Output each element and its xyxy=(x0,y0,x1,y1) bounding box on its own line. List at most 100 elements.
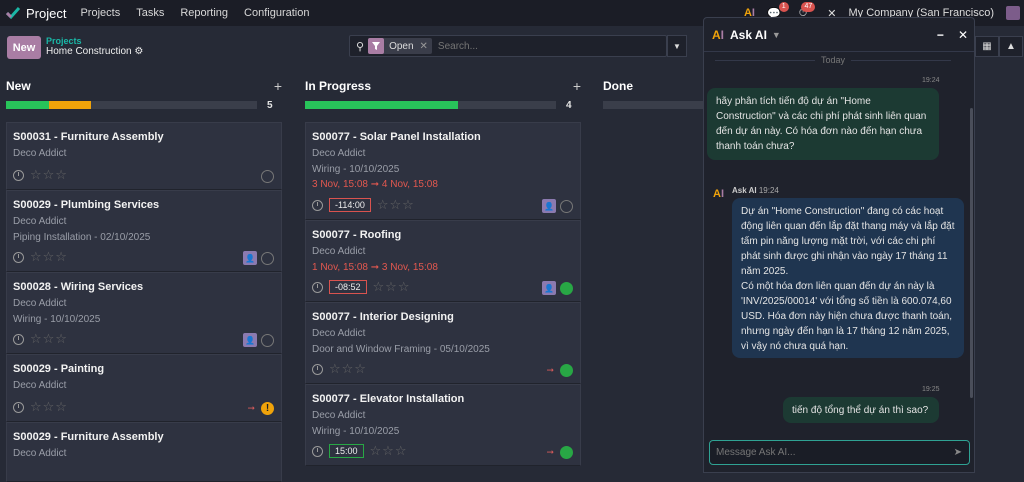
status-warning[interactable]: ! xyxy=(261,402,274,415)
filter-facet: Open ✕ xyxy=(368,38,432,54)
priority-stars[interactable]: ☆☆☆ xyxy=(377,197,415,213)
card-customer: Deco Addict xyxy=(13,148,67,159)
task-card[interactable]: S00028 - Wiring Services Deco Addict Wir… xyxy=(6,272,282,354)
clock-icon[interactable] xyxy=(13,169,24,181)
activity-badge: 47 xyxy=(801,1,816,12)
column-progress-bar[interactable] xyxy=(603,101,703,109)
quick-create-icon[interactable]: + xyxy=(274,78,282,94)
clock-icon[interactable] xyxy=(312,363,323,375)
task-card[interactable]: S00031 - Furniture Assembly Deco Addict … xyxy=(6,122,282,190)
priority-stars[interactable]: ☆☆☆ xyxy=(30,167,68,183)
menu-reporting[interactable]: Reporting xyxy=(180,7,228,19)
priority-stars[interactable]: ☆☆☆ xyxy=(30,249,68,265)
priority-stars[interactable]: ☆☆☆ xyxy=(373,279,411,295)
day-label: Today xyxy=(820,55,846,65)
date-to: 4 Nov, 15:08 xyxy=(381,179,438,190)
column-progress-bar[interactable] xyxy=(305,101,556,109)
user-avatar[interactable] xyxy=(1006,6,1020,20)
card-title: S00028 - Wiring Services xyxy=(13,281,144,293)
task-card[interactable]: S00077 - Elevator Installation Deco Addi… xyxy=(305,384,581,466)
card-title: S00077 - Elevator Installation xyxy=(312,393,465,405)
breadcrumb-parent[interactable]: Projects xyxy=(46,36,82,46)
assignee-avatar[interactable]: 👤 xyxy=(243,333,257,347)
arrow-right-icon: ➞ xyxy=(370,262,380,273)
search-input[interactable] xyxy=(437,40,638,52)
task-card[interactable]: S00077 - Interior Designing Deco Addict … xyxy=(305,302,581,384)
task-card[interactable]: S00029 - Furniture Assembly Deco Addict xyxy=(6,422,282,482)
chat-header[interactable]: AI Ask AI ▼ − ✕ xyxy=(704,18,974,52)
status-circle[interactable] xyxy=(261,251,274,265)
arrow-icon: ➞ xyxy=(247,403,255,413)
graph-view-icon[interactable]: ▲ xyxy=(999,36,1023,57)
menu-projects[interactable]: Projects xyxy=(80,7,120,19)
pivot-view-icon[interactable]: ▦ xyxy=(975,36,999,57)
control-panel: New Projects Home Construction ⚙ ⚲ Open … xyxy=(0,26,704,74)
clock-icon[interactable] xyxy=(312,199,323,211)
menu-configuration[interactable]: Configuration xyxy=(244,7,309,19)
app-brand[interactable]: Project xyxy=(6,6,66,21)
card-title: S00029 - Painting xyxy=(13,363,105,375)
app-name: Project xyxy=(26,5,67,21)
card-customer: Deco Addict xyxy=(13,216,67,227)
menu-tasks[interactable]: Tasks xyxy=(136,7,164,19)
search-options-toggle[interactable]: ▼ xyxy=(667,35,687,57)
column-in-progress: In Progress + 4 S00077 - Solar Panel Inst… xyxy=(305,74,581,466)
chat-badge: 1 xyxy=(778,1,789,12)
priority-stars[interactable]: ☆☆☆ xyxy=(30,399,68,415)
status-circle[interactable] xyxy=(560,199,573,213)
new-button[interactable]: New xyxy=(7,36,41,59)
date-from: 1 Nov, 15:08 xyxy=(312,262,368,273)
card-milestone: Wiring - 10/10/2025 xyxy=(312,164,400,175)
card-title: S00077 - Roofing xyxy=(312,229,402,241)
user-message: hãy phân tích tiến độ dự án "Home Constr… xyxy=(707,88,939,160)
column-count: 5 xyxy=(267,99,273,111)
clock-icon[interactable] xyxy=(312,445,323,457)
ai-author: Ask AI 19:24 xyxy=(732,186,779,195)
priority-stars[interactable]: ☆☆☆ xyxy=(329,361,367,377)
chevron-down-icon[interactable]: ▼ xyxy=(772,30,781,40)
send-icon[interactable]: ➤ xyxy=(954,447,962,458)
status-circle-done[interactable] xyxy=(560,446,573,459)
column-title: Done xyxy=(603,79,633,93)
card-dates: 3 Nov, 15:08 ➞ 4 Nov, 15:08 xyxy=(312,179,438,190)
remaining-hours: -08:52 xyxy=(329,280,367,294)
task-card[interactable]: S00029 - Painting Deco Addict ☆☆☆ ➞! xyxy=(6,354,282,422)
message-time: 19:25 xyxy=(922,386,940,393)
card-milestone: Wiring - 10/10/2025 xyxy=(312,426,400,437)
clock-icon[interactable] xyxy=(13,251,24,263)
clock-icon[interactable] xyxy=(312,281,323,293)
right-gutter xyxy=(975,74,1024,473)
clock-icon[interactable] xyxy=(13,333,24,345)
project-app-icon xyxy=(6,7,20,20)
ai-message: Dự án "Home Construction" đang có các ho… xyxy=(732,198,964,358)
clock-icon[interactable] xyxy=(13,401,24,413)
ask-ai-logo-icon: AI xyxy=(712,27,725,42)
message-input[interactable] xyxy=(716,447,954,458)
status-circle[interactable] xyxy=(261,333,274,347)
card-title: S00077 - Interior Designing xyxy=(312,311,454,323)
priority-stars[interactable]: ☆☆☆ xyxy=(30,331,68,347)
chat-scrollbar[interactable] xyxy=(970,108,973,398)
search-icon[interactable]: ⚲ xyxy=(356,40,364,53)
task-card[interactable]: S00077 - Solar Panel Installation Deco A… xyxy=(305,122,581,220)
status-circle-done[interactable] xyxy=(560,281,573,295)
card-milestone: Wiring - 10/10/2025 xyxy=(13,314,101,325)
close-icon[interactable]: ✕ xyxy=(958,28,968,42)
column-progress-bar[interactable] xyxy=(6,101,257,109)
quick-create-icon[interactable]: + xyxy=(573,78,581,94)
minimize-icon[interactable]: − xyxy=(937,28,944,42)
card-milestone: Door and Window Framing - 05/10/2025 xyxy=(312,344,490,355)
assignee-avatar[interactable]: 👤 xyxy=(542,281,556,295)
gear-icon[interactable]: ⚙ xyxy=(134,46,143,57)
message-time: 19:24 xyxy=(922,77,940,84)
status-circle-done[interactable] xyxy=(560,364,573,377)
task-card[interactable]: S00077 - Roofing Deco Addict 1 Nov, 15:0… xyxy=(305,220,581,302)
facet-remove-icon[interactable]: ✕ xyxy=(420,41,428,52)
user-message: tiến độ tổng thể dự án thì sao? xyxy=(783,397,939,423)
assignee-avatar[interactable]: 👤 xyxy=(542,199,556,213)
assignee-avatar[interactable]: 👤 xyxy=(243,251,257,265)
task-card[interactable]: S00029 - Plumbing Services Deco Addict P… xyxy=(6,190,282,272)
status-circle[interactable] xyxy=(261,170,274,183)
breadcrumb-current: Home Construction ⚙ xyxy=(46,46,143,57)
priority-stars[interactable]: ☆☆☆ xyxy=(370,443,408,459)
